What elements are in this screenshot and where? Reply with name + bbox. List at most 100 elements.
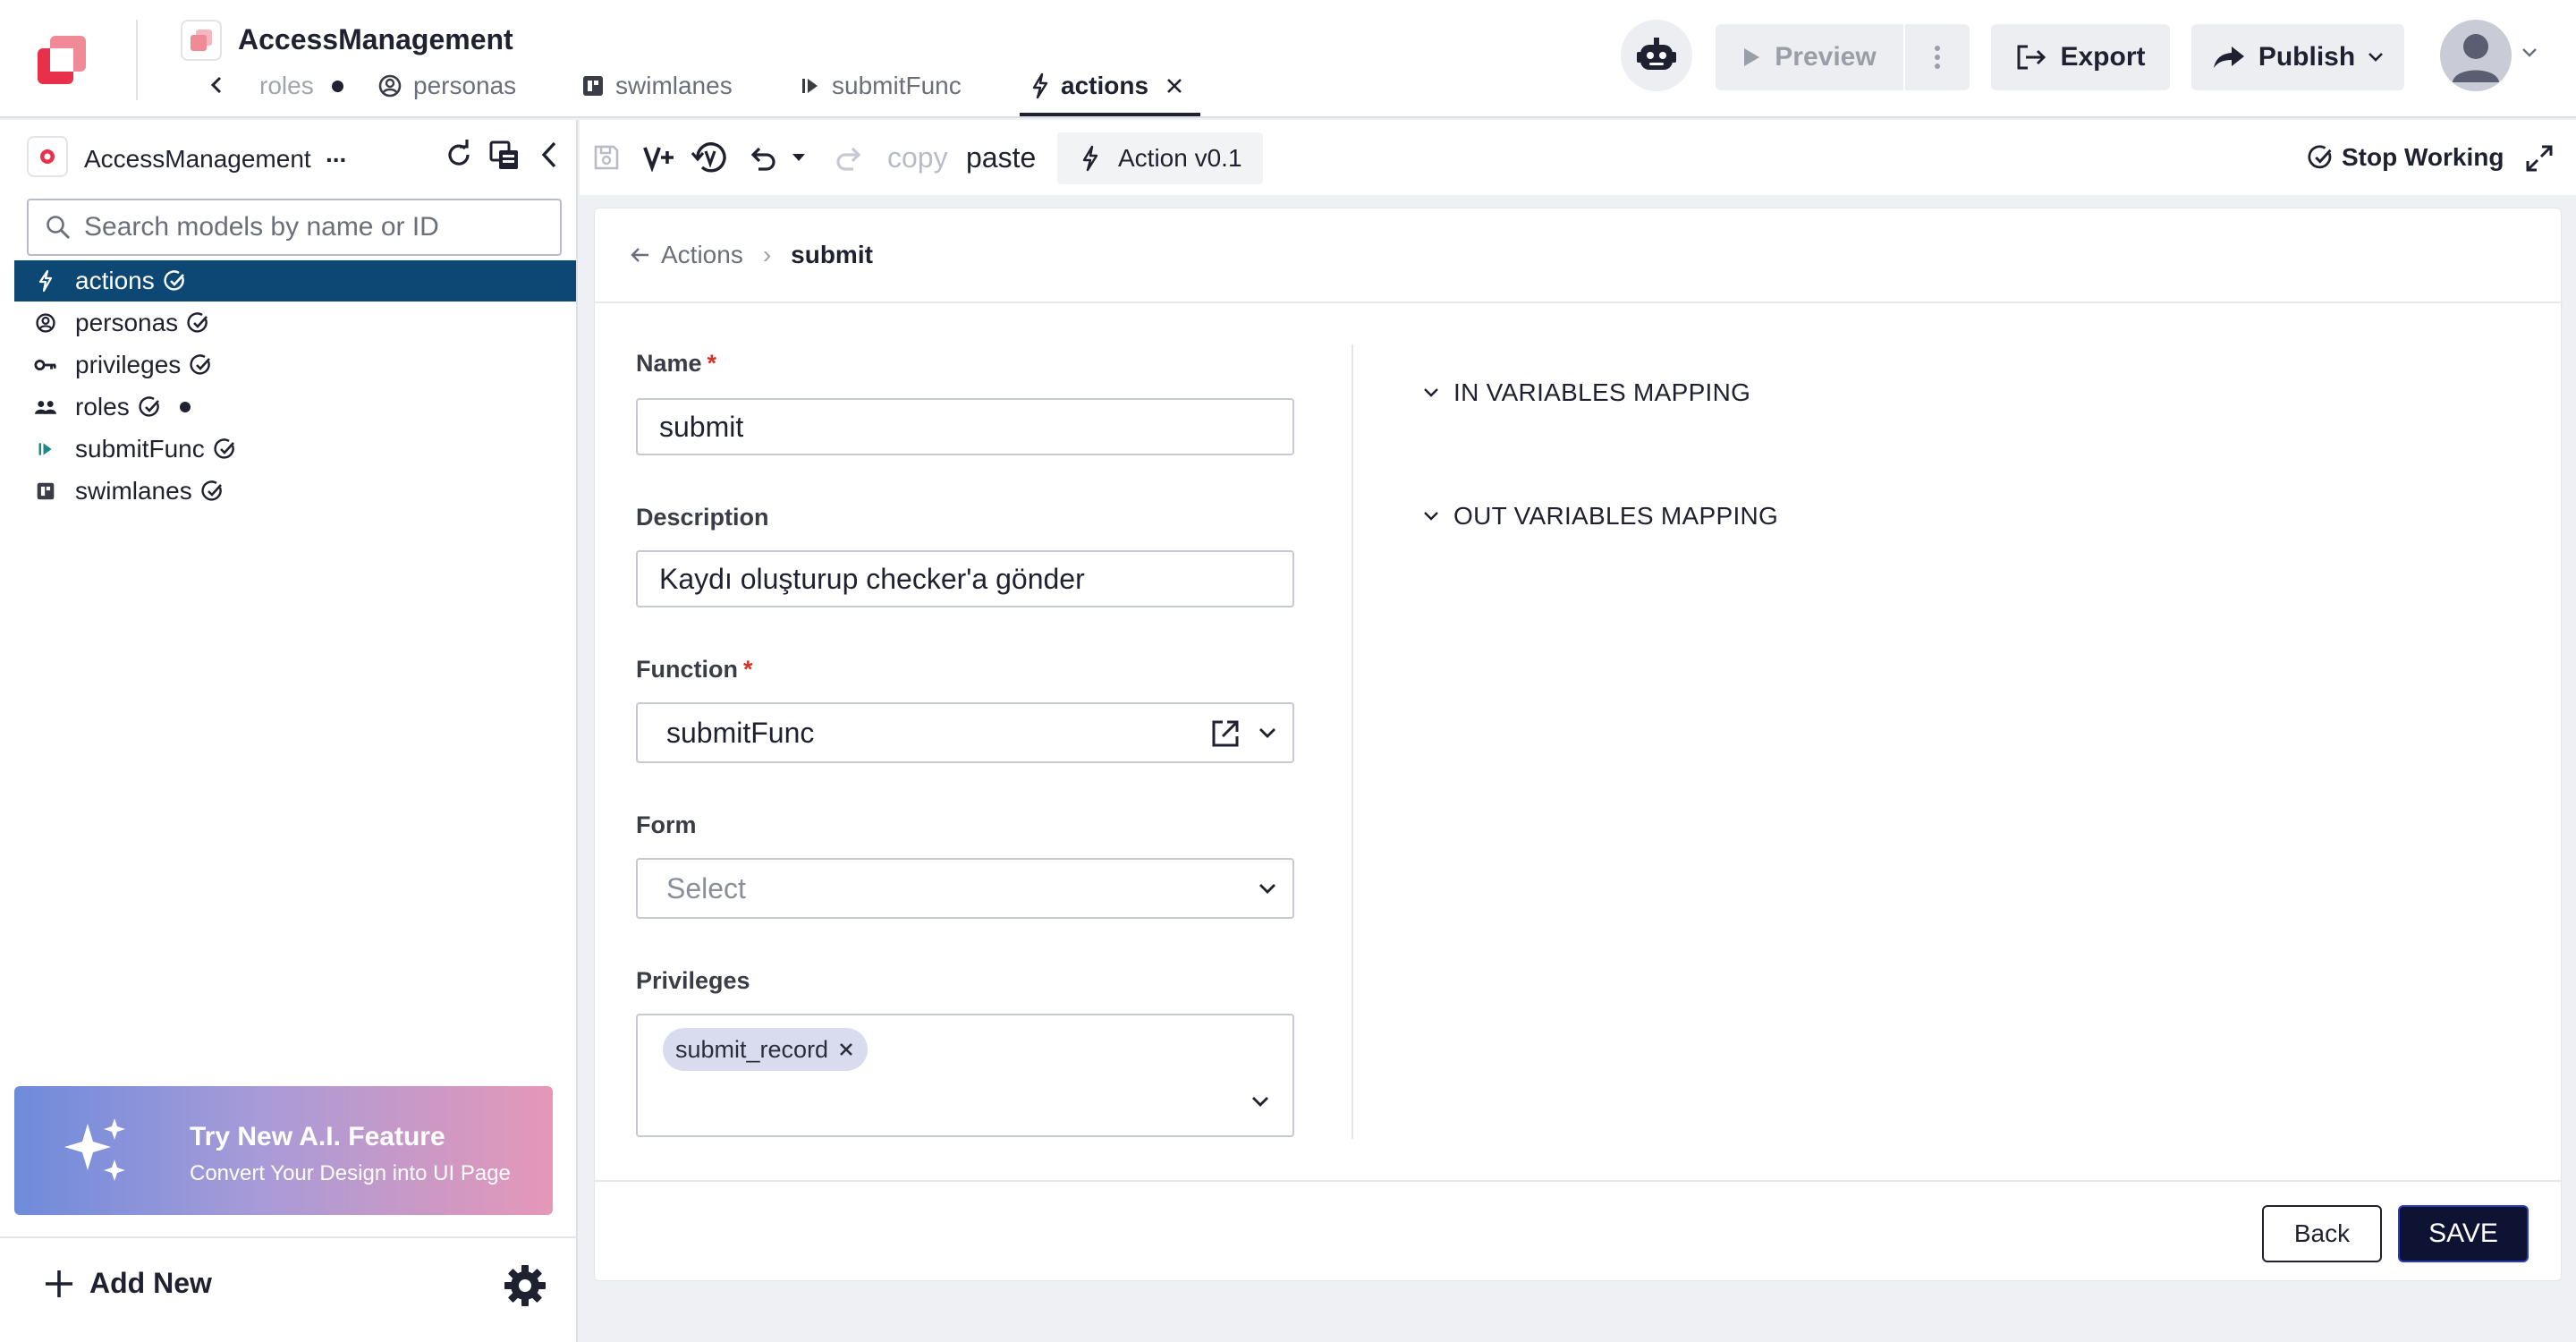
version-history-icon[interactable] xyxy=(691,120,730,195)
duplicate-icon[interactable] xyxy=(488,140,521,172)
tab-roles[interactable]: roles xyxy=(259,68,343,104)
tabs-scroll-left-icon[interactable] xyxy=(204,72,231,98)
undo-icon[interactable] xyxy=(748,120,778,195)
redo-icon[interactable] xyxy=(834,120,864,195)
more-vertical-icon xyxy=(1935,46,1940,69)
sidebar: AccessManagement ... actions personas pr… xyxy=(0,120,578,1342)
ai-assistant-button[interactable] xyxy=(1621,20,1692,91)
form-select[interactable]: Select xyxy=(636,858,1294,919)
back-button[interactable]: Back xyxy=(2262,1205,2382,1262)
breadcrumb-separator-icon: › xyxy=(762,241,772,268)
sidebar-footer-divider xyxy=(0,1236,578,1238)
sidebar-item-actions[interactable]: actions xyxy=(14,260,576,302)
sidebar-item-swimlanes[interactable]: swimlanes xyxy=(14,471,576,512)
out-variables-mapping-toggle[interactable]: OUT VARIABLES MAPPING xyxy=(1423,502,1778,531)
active-tab-indicator xyxy=(1020,113,1200,116)
top-bar: AccessManagement roles personas swimlane… xyxy=(0,0,2576,118)
check-circle-icon xyxy=(214,438,234,459)
card-footer-divider xyxy=(595,1180,2563,1182)
in-variables-mapping-toggle[interactable]: IN VARIABLES MAPPING xyxy=(1423,378,1750,407)
save-disk-icon[interactable] xyxy=(592,120,621,195)
ai-banner-subtitle: Convert Your Design into UI Page xyxy=(190,1161,511,1185)
header-divider xyxy=(136,20,138,100)
key-icon xyxy=(34,359,56,371)
close-tab-icon[interactable] xyxy=(1165,76,1184,96)
sidebar-app-icon xyxy=(27,136,68,177)
sidebar-more-button[interactable]: ... xyxy=(326,140,346,168)
chevron-down-icon xyxy=(1259,728,1275,738)
sidebar-item-label: roles xyxy=(75,393,130,420)
chevron-down-icon xyxy=(1424,512,1438,521)
description-label: Description xyxy=(636,504,769,531)
required-mark: * xyxy=(742,656,753,683)
function-icon xyxy=(38,443,52,455)
export-button[interactable]: Export xyxy=(1991,24,2170,90)
tab-personas[interactable]: personas xyxy=(377,68,516,104)
gear-icon[interactable] xyxy=(503,1263,547,1308)
user-icon xyxy=(2453,34,2499,82)
sidebar-item-label: submitFunc xyxy=(75,435,205,463)
name-input[interactable] xyxy=(638,400,1292,454)
add-new-button[interactable]: Add New xyxy=(43,1267,212,1300)
stop-working-button[interactable]: Stop Working xyxy=(2308,120,2504,195)
logo-icon[interactable] xyxy=(38,36,89,86)
new-version-icon[interactable] xyxy=(642,120,678,195)
chevron-down-icon xyxy=(1252,1097,1268,1107)
sidebar-item-label: actions xyxy=(75,267,155,294)
function-select[interactable]: submitFunc xyxy=(636,702,1294,763)
sidebar-item-privileges[interactable]: privileges xyxy=(14,344,576,386)
add-new-label: Add New xyxy=(89,1267,212,1299)
chevron-down-icon xyxy=(2368,53,2384,62)
check-circle-icon xyxy=(187,312,208,333)
lightning-icon xyxy=(38,269,53,293)
description-field-box xyxy=(636,550,1294,607)
copy-button[interactable]: copy xyxy=(887,120,948,195)
sidebar-item-roles[interactable]: roles xyxy=(14,386,576,428)
tab-swimlanes[interactable]: swimlanes xyxy=(581,68,733,104)
check-circle-icon xyxy=(2308,145,2332,169)
tab-submitfunc[interactable]: submitFunc xyxy=(800,68,962,104)
save-button[interactable]: SAVE xyxy=(2398,1205,2529,1262)
preview-button[interactable]: Preview xyxy=(1716,24,1903,90)
check-circle-icon xyxy=(164,270,184,291)
export-icon xyxy=(2017,45,2046,70)
name-label: Name * xyxy=(636,350,717,377)
editor-toolbar: copy paste Action v0.1 Stop Working xyxy=(580,120,2576,195)
remove-chip-icon[interactable] xyxy=(837,1040,855,1058)
tab-actions-label: actions xyxy=(1061,72,1149,99)
app-icon xyxy=(181,20,222,61)
collapse-sidebar-icon[interactable] xyxy=(537,140,564,170)
privileges-multiselect[interactable]: submit_record xyxy=(636,1014,1294,1137)
undo-dropdown-icon[interactable] xyxy=(791,120,807,195)
paste-button[interactable]: paste xyxy=(966,120,1036,195)
tab-roles-label: roles xyxy=(259,72,314,99)
lightning-icon xyxy=(1082,145,1098,172)
preview-more-button[interactable] xyxy=(1905,24,1970,90)
ai-banner-title: Try New A.I. Feature xyxy=(190,1122,445,1151)
sidebar-item-personas[interactable]: personas xyxy=(14,302,576,344)
avatar[interactable] xyxy=(2440,20,2512,91)
action-editor-card: Actions › submit Name* Description Funct… xyxy=(594,208,2563,1281)
arrow-left-icon[interactable] xyxy=(631,245,650,265)
unsaved-dot-icon xyxy=(179,402,191,412)
privilege-chip-label: submit_record xyxy=(675,1035,829,1063)
form-column-divider xyxy=(1352,344,1353,1139)
search-input[interactable] xyxy=(84,212,531,242)
tab-actions[interactable]: actions xyxy=(1030,68,1184,104)
fullscreen-icon[interactable] xyxy=(2524,143,2555,174)
publish-button[interactable]: Publish xyxy=(2191,24,2404,90)
ai-feature-banner[interactable]: Try New A.I. Feature Convert Your Design… xyxy=(14,1086,553,1215)
refresh-icon[interactable] xyxy=(444,140,474,170)
required-mark: * xyxy=(707,350,717,377)
function-label: Function * xyxy=(636,656,753,683)
description-input[interactable] xyxy=(638,552,1292,606)
sidebar-item-label: swimlanes xyxy=(75,477,192,505)
sidebar-item-submitfunc[interactable]: submitFunc xyxy=(14,429,576,470)
publish-label: Publish xyxy=(2258,42,2356,72)
action-version-badge[interactable]: Action v0.1 xyxy=(1057,132,1263,184)
breadcrumb-parent[interactable]: Actions xyxy=(661,241,743,269)
account-menu-chevron-icon[interactable] xyxy=(2521,47,2538,59)
open-external-icon[interactable] xyxy=(1210,718,1241,749)
sidebar-item-label: personas xyxy=(75,309,179,336)
out-mapping-label: OUT VARIABLES MAPPING xyxy=(1453,502,1779,530)
